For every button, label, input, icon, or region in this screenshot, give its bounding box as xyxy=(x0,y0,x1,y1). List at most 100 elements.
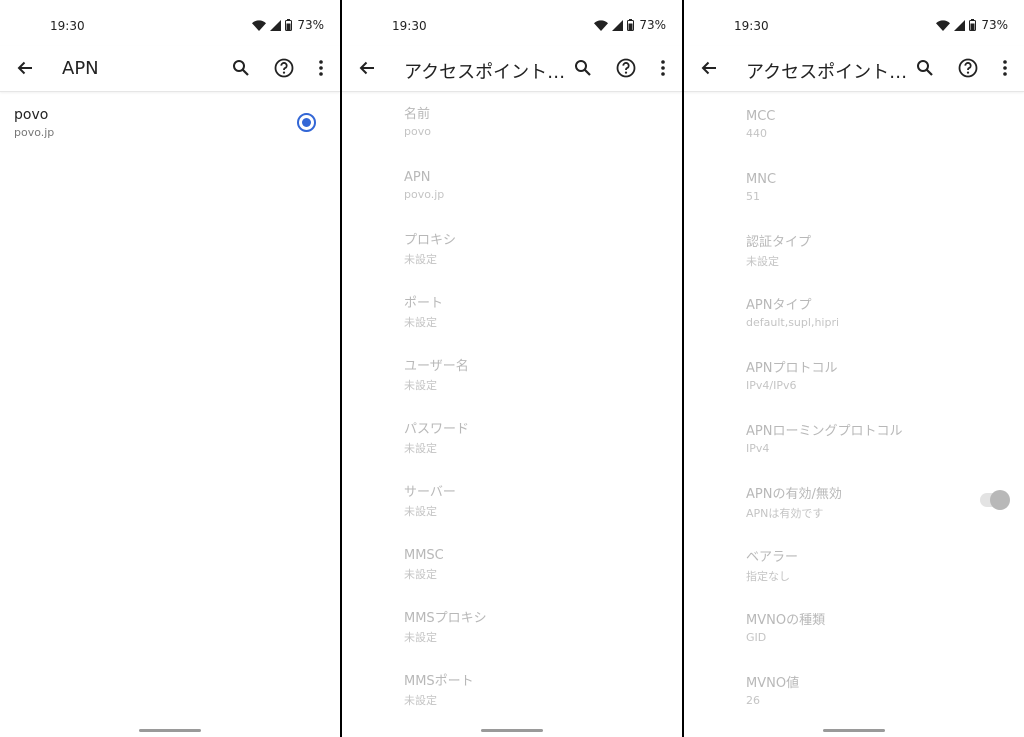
arrow-back-icon xyxy=(700,59,718,77)
status-time: 19:30 xyxy=(50,19,85,33)
field-label: MVNOの種類 xyxy=(746,613,826,628)
field-mcc[interactable]: MCC 440 xyxy=(746,109,1024,159)
apn-address: povo.jp xyxy=(14,126,55,139)
apn-list-item[interactable]: povo povo.jp xyxy=(0,104,340,148)
field-server[interactable]: サーバー 未設定 xyxy=(404,485,682,535)
page-title: アクセスポイント… xyxy=(746,62,906,83)
field-value: 未設定 xyxy=(404,694,437,707)
field-mvno-value[interactable]: MVNO値 26 xyxy=(746,676,1024,726)
status-icons: 73% xyxy=(252,18,324,32)
gesture-nav-handle[interactable] xyxy=(481,729,543,732)
search-icon xyxy=(574,59,592,77)
battery-percentage: 73% xyxy=(297,18,324,32)
search-button[interactable] xyxy=(570,55,596,81)
field-value: APNは有効です xyxy=(746,507,824,520)
field-bearer[interactable]: ベアラー 指定なし xyxy=(746,550,1024,600)
field-value: default,supl,hipri xyxy=(746,316,840,329)
apn-edit-screen-1: 19:30 73% アクセスポイント… 名前 povo APN povo.jp … xyxy=(342,0,682,737)
back-button[interactable] xyxy=(354,55,380,81)
field-label: MMSプロキシ xyxy=(404,611,487,626)
status-icons: 73% xyxy=(936,18,1008,32)
field-label: MMSC xyxy=(404,548,444,563)
field-mmsc[interactable]: MMSC 未設定 xyxy=(404,548,682,598)
field-label: APNローミングプロトコル xyxy=(746,424,903,439)
back-button[interactable] xyxy=(696,55,722,81)
status-bar: 19:30 73% xyxy=(684,0,1024,46)
search-button[interactable] xyxy=(228,55,254,81)
battery-icon xyxy=(285,19,293,31)
field-apn-type[interactable]: APNタイプ default,supl,hipri xyxy=(746,298,1024,348)
more-options-button[interactable] xyxy=(992,55,1018,81)
field-apn-protocol[interactable]: APNプロトコル IPv4/IPv6 xyxy=(746,361,1024,411)
battery-percentage: 73% xyxy=(981,18,1008,32)
battery-percentage: 73% xyxy=(639,18,666,32)
more-options-button[interactable] xyxy=(308,55,334,81)
field-label: サーバー xyxy=(404,485,456,500)
search-icon xyxy=(916,59,934,77)
apn-radio-button[interactable] xyxy=(297,113,316,132)
wifi-icon xyxy=(594,19,609,31)
app-bar: アクセスポイント… xyxy=(342,46,682,92)
more-options-button[interactable] xyxy=(650,55,676,81)
field-label: APN xyxy=(404,170,431,185)
more-vert-icon xyxy=(1003,60,1007,76)
field-proxy[interactable]: プロキシ 未設定 xyxy=(404,233,682,283)
app-bar: アクセスポイント… xyxy=(684,46,1024,92)
field-label: 名前 xyxy=(404,107,431,122)
field-value: 440 xyxy=(746,127,767,140)
arrow-back-icon xyxy=(16,59,34,77)
field-label: プロキシ xyxy=(404,233,457,248)
field-label: ポート xyxy=(404,296,444,311)
field-label: MCC xyxy=(746,109,776,124)
page-title: アクセスポイント… xyxy=(404,62,564,83)
more-vert-icon xyxy=(661,60,665,76)
field-value: 51 xyxy=(746,190,760,203)
field-value: 未設定 xyxy=(404,568,437,581)
field-label: APNプロトコル xyxy=(746,361,838,376)
help-button[interactable] xyxy=(613,55,639,81)
field-mms-proxy[interactable]: MMSプロキシ 未設定 xyxy=(404,611,682,661)
field-value: 26 xyxy=(746,694,760,707)
status-bar: 19:30 73% xyxy=(342,0,682,46)
wifi-icon xyxy=(252,19,267,31)
help-circle-icon xyxy=(958,58,978,78)
field-port[interactable]: ポート 未設定 xyxy=(404,296,682,346)
field-mvno-type[interactable]: MVNOの種類 GID xyxy=(746,613,1024,663)
field-apn[interactable]: APN povo.jp xyxy=(404,170,682,220)
help-button[interactable] xyxy=(955,55,981,81)
gesture-nav-handle[interactable] xyxy=(139,729,201,732)
field-mnc[interactable]: MNC 51 xyxy=(746,172,1024,222)
search-button[interactable] xyxy=(912,55,938,81)
field-label: MMSポート xyxy=(404,674,474,689)
field-value: 未設定 xyxy=(404,505,437,518)
field-mms-port[interactable]: MMSポート 未設定 xyxy=(404,674,682,724)
gesture-nav-handle[interactable] xyxy=(823,729,885,732)
field-value: IPv4/IPv6 xyxy=(746,379,797,392)
field-value: 未設定 xyxy=(404,631,437,644)
signal-icon xyxy=(954,19,966,31)
field-value: povo.jp xyxy=(404,188,445,201)
field-username[interactable]: ユーザー名 未設定 xyxy=(404,359,682,409)
field-label: 認証タイプ xyxy=(746,235,812,250)
field-value: IPv4 xyxy=(746,442,770,455)
field-auth-type[interactable]: 認証タイプ 未設定 xyxy=(746,235,1024,285)
field-apn-enable[interactable]: APNの有効/無効 APNは有効です xyxy=(746,487,1024,537)
apn-enable-toggle[interactable] xyxy=(980,490,1010,510)
status-icons: 73% xyxy=(594,18,666,32)
field-password[interactable]: パスワード 未設定 xyxy=(404,422,682,472)
apn-name: povo xyxy=(14,107,49,123)
status-time: 19:30 xyxy=(734,19,769,33)
help-button[interactable] xyxy=(271,55,297,81)
signal-icon xyxy=(270,19,282,31)
field-value: povo xyxy=(404,125,431,138)
field-label: パスワード xyxy=(404,422,470,437)
field-value: GID xyxy=(746,631,767,644)
field-roaming-protocol[interactable]: APNローミングプロトコル IPv4 xyxy=(746,424,1024,474)
field-name[interactable]: 名前 povo xyxy=(404,107,682,157)
battery-icon xyxy=(969,19,977,31)
back-button[interactable] xyxy=(12,55,38,81)
toggle-knob xyxy=(990,490,1010,510)
field-label: ベアラー xyxy=(746,550,799,565)
apn-edit-screen-2: 19:30 73% アクセスポイント… MCC 440 MNC 51 認証タイプ… xyxy=(684,0,1024,737)
signal-icon xyxy=(612,19,624,31)
